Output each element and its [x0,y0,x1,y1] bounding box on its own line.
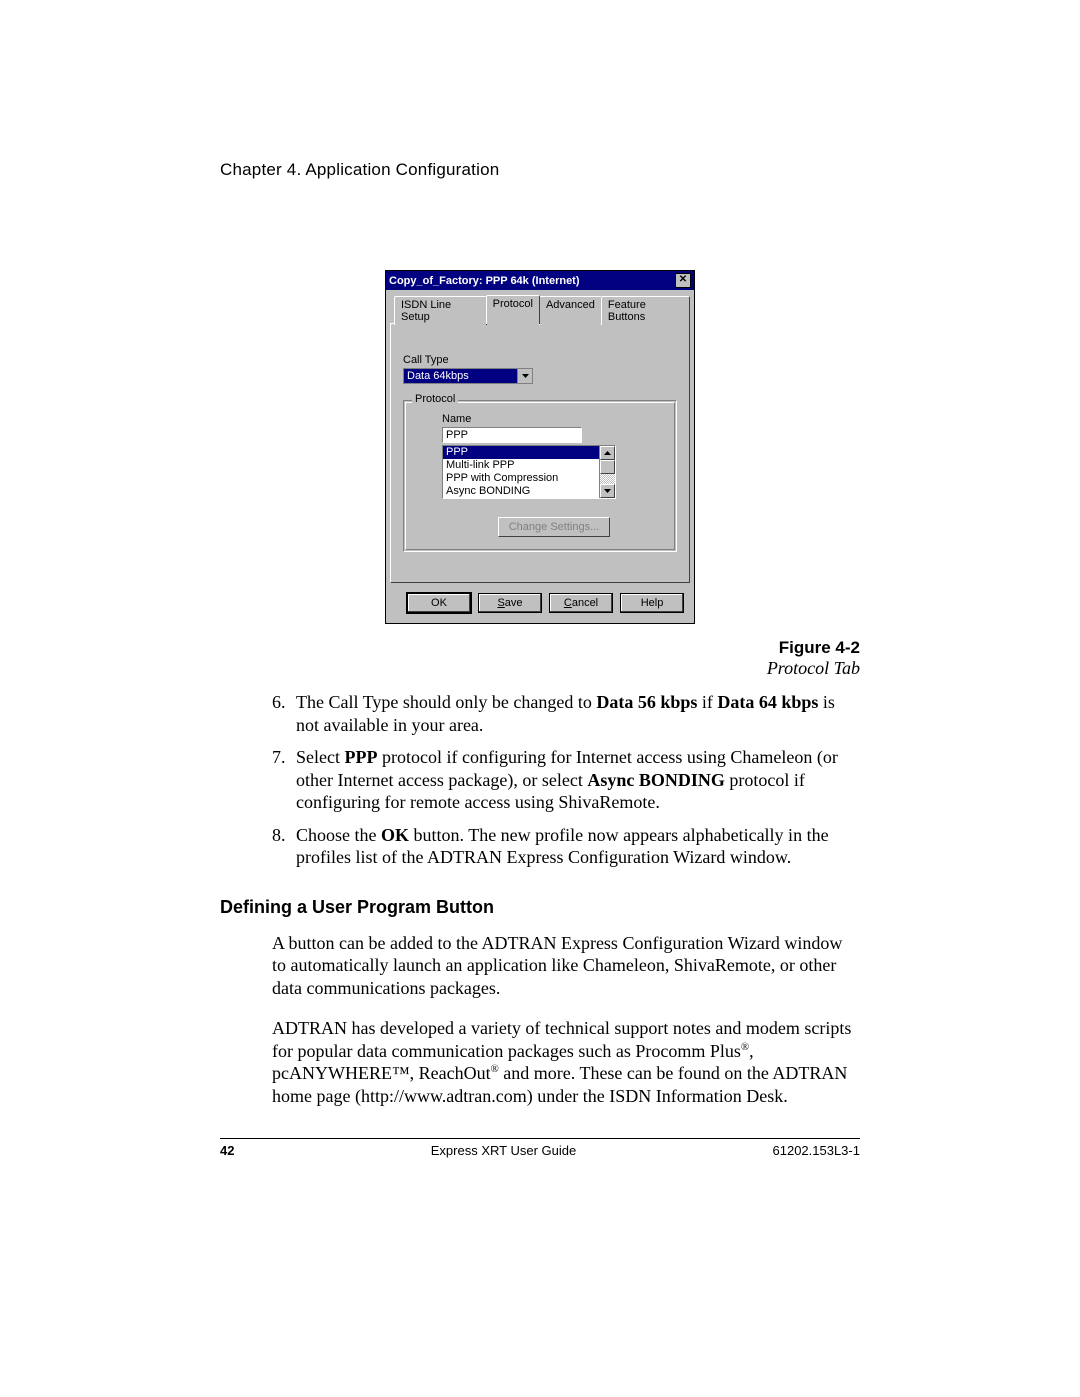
call-type-value: Data 64kbps [404,369,517,383]
scroll-up-icon[interactable] [600,446,615,460]
step-6-text-a: The Call Type should only be changed to [296,692,596,712]
step-8-text: Choose the OK button. The new profile no… [296,824,860,869]
scroll-track[interactable] [600,474,615,484]
protocol-option-multilink[interactable]: Multi-link PPP [443,459,599,472]
dialog-title: Copy_of_Factory: PPP 64k (Internet) [389,275,580,287]
protocol-groupbox: Protocol Name PPP PPP Multi-link PPP PPP… [403,400,677,552]
page-content: Chapter 4. Application Configuration Cop… [220,160,860,1125]
footer-center: Express XRT User Guide [431,1143,576,1158]
change-settings-button: Change Settings... [498,517,610,537]
scroll-thumb[interactable] [600,460,615,474]
name-input[interactable]: PPP [442,427,582,443]
step-7-bold-2: Async BONDING [587,770,725,790]
step-6-bold-2: Data 64 kbps [717,692,818,712]
protocol-listbox[interactable]: PPP Multi-link PPP PPP with Compression … [442,445,616,499]
cancel-button[interactable]: Cancel [549,593,613,613]
step-6-bold-1: Data 56 kbps [596,692,697,712]
step-7-bold-1: PPP [344,747,377,767]
protocol-option-compression[interactable]: PPP with Compression [443,472,599,485]
dialog-button-row: OK Save Cancel Help [386,587,694,623]
step-8-number: 8. [272,824,296,869]
save-button[interactable]: Save [478,593,542,613]
protocol-legend: Protocol [412,393,458,405]
step-7-text: Select PPP protocol if configuring for I… [296,746,860,814]
footer-right: 61202.153L3-1 [773,1143,860,1158]
chevron-down-icon[interactable] [517,369,532,383]
protocol-option-ppp[interactable]: PPP [443,446,599,459]
figure-number: Figure 4-2 [220,638,860,658]
help-button[interactable]: Help [620,593,684,613]
step-8: 8. Choose the OK button. The new profile… [272,824,860,869]
tab-row: ISDN Line Setup Protocol Advanced Featur… [394,294,690,323]
protocol-option-async-bonding[interactable]: Async BONDING [443,485,599,498]
step-7-number: 7. [272,746,296,814]
scroll-down-icon[interactable] [600,484,615,498]
para2-a: ADTRAN has developed a variety of techni… [272,1018,851,1061]
call-type-dropdown[interactable]: Data 64kbps [403,368,533,384]
figure-screenshot: Copy_of_Factory: PPP 64k (Internet) ✕ IS… [220,220,860,624]
tab-feature-buttons[interactable]: Feature Buttons [601,296,690,325]
figure-title: Protocol Tab [220,658,860,679]
step-8-bold-1: OK [381,825,409,845]
close-icon[interactable]: ✕ [675,273,691,288]
paragraph-1: A button can be added to the ADTRAN Expr… [272,932,860,1000]
step-list: 6. The Call Type should only be changed … [272,691,860,869]
step-7: 7. Select PPP protocol if configuring fo… [272,746,860,814]
call-type-label: Call Type [403,354,677,366]
dialog-titlebar: Copy_of_Factory: PPP 64k (Internet) ✕ [386,271,694,290]
step-6-text-c: if [697,692,717,712]
reg-mark-2: ® [491,1063,499,1075]
section-heading: Defining a User Program Button [220,897,860,918]
paragraph-2: ADTRAN has developed a variety of techni… [272,1017,860,1107]
tab-protocol[interactable]: Protocol [486,295,540,324]
step-6: 6. The Call Type should only be changed … [272,691,860,736]
chapter-header: Chapter 4. Application Configuration [220,160,860,180]
reg-mark-1: ® [741,1041,749,1053]
page-footer: 42 Express XRT User Guide 61202.153L3-1 [220,1138,860,1158]
dialog-window: Copy_of_Factory: PPP 64k (Internet) ✕ IS… [385,270,695,624]
protocol-list[interactable]: PPP Multi-link PPP PPP with Compression … [443,446,599,498]
step-7-text-a: Select [296,747,344,767]
step-6-number: 6. [272,691,296,736]
ok-button[interactable]: OK [407,593,471,613]
step-8-text-a: Choose the [296,825,381,845]
figure-caption: Figure 4-2 Protocol Tab [220,638,860,679]
tab-panel-protocol: Call Type Data 64kbps Protocol Name PPP … [390,323,690,583]
step-6-text: The Call Type should only be changed to … [296,691,860,736]
listbox-scrollbar[interactable] [599,446,615,498]
tab-isdn-line-setup[interactable]: ISDN Line Setup [394,296,487,325]
page-number: 42 [220,1143,234,1158]
name-label: Name [442,413,666,425]
tab-advanced[interactable]: Advanced [539,296,602,325]
